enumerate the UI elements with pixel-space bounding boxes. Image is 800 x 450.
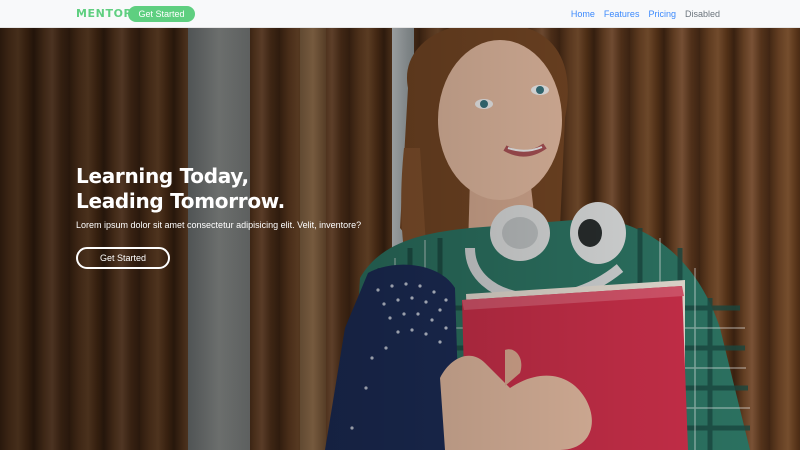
- hero-get-started-button[interactable]: Get Started: [76, 247, 170, 269]
- nav-get-started-button[interactable]: Get Started: [128, 6, 195, 22]
- nav-link-features[interactable]: Features: [604, 9, 640, 19]
- hero-title-line2: Leading Tomorrow.: [76, 189, 285, 213]
- nav-link-disabled: Disabled: [684, 9, 720, 19]
- hero-title-line1: Learning Today,: [76, 164, 249, 188]
- hero-overlay: [0, 28, 800, 450]
- hero-section: Learning Today, Leading Tomorrow. Lorem …: [0, 28, 800, 450]
- navbar: MENTOR Get Started Home Features Pricing…: [0, 0, 800, 28]
- hero-title: Learning Today, Leading Tomorrow.: [76, 164, 285, 214]
- nav-links: Home Features Pricing Disabled: [571, 0, 720, 28]
- hero-subtitle: Lorem ipsum dolor sit amet consectetur a…: [76, 220, 362, 230]
- nav-link-home[interactable]: Home: [571, 9, 595, 19]
- nav-link-pricing[interactable]: Pricing: [648, 9, 676, 19]
- brand-logo[interactable]: MENTOR: [76, 7, 133, 20]
